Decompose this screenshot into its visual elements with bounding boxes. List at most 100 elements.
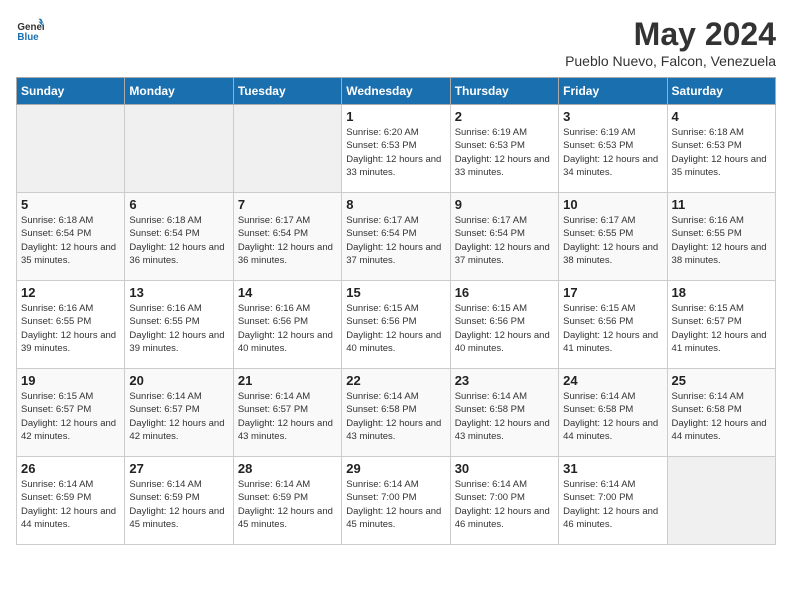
- day-number: 22: [346, 373, 445, 388]
- day-number: 6: [129, 197, 228, 212]
- calendar-cell: 9Sunrise: 6:17 AM Sunset: 6:54 PM Daylig…: [450, 193, 558, 281]
- day-info: Sunrise: 6:14 AM Sunset: 6:59 PM Dayligh…: [129, 478, 228, 531]
- calendar-cell: 23 Sunrise: 6:14 AM Sunset: 6:58 PM Dayli…: [450, 369, 558, 457]
- page-header: General Blue May 2024 Pueblo Nuevo, Falc…: [16, 16, 776, 69]
- day-info: Sunrise: 6:14 AM Sunset: 7:00 PM Dayligh…: [346, 478, 445, 531]
- calendar-cell: 20 Sunrise: 6:14 AM Sunset: 6:57 PM Dayli…: [125, 369, 233, 457]
- calendar-cell: 29 Sunrise: 6:14 AM Sunset: 7:00 PM Dayli…: [342, 457, 450, 545]
- calendar-cell: 31 Sunrise: 6:14 AM Sunset: 7:00 PM Dayli…: [559, 457, 667, 545]
- calendar-cell: 21 Sunrise: 6:14 AM Sunset: 6:57 PM Dayli…: [233, 369, 341, 457]
- calendar-cell: 3 Sunrise: 6:19 AM Sunset: 6:53 PM Daylig…: [559, 105, 667, 193]
- calendar-week-4: 19Sunrise: 6:15 AM Sunset: 6:57 PM Dayli…: [17, 369, 776, 457]
- calendar-cell: 27 Sunrise: 6:14 AM Sunset: 6:59 PM Dayli…: [125, 457, 233, 545]
- day-info: Sunrise: 6:14 AM Sunset: 6:58 PM Dayligh…: [455, 390, 554, 443]
- day-info: Sunrise: 6:16 AM Sunset: 6:56 PM Dayligh…: [238, 302, 337, 355]
- day-number: 13: [129, 285, 228, 300]
- day-number: 1: [346, 109, 445, 124]
- day-number: 29: [346, 461, 445, 476]
- calendar-cell: 10 Sunrise: 6:17 AM Sunset: 6:55 PM Dayli…: [559, 193, 667, 281]
- day-number: 20: [129, 373, 228, 388]
- day-info: Sunrise: 6:15 AM Sunset: 6:56 PM Dayligh…: [563, 302, 662, 355]
- day-info: Sunrise: 6:17 AM Sunset: 6:54 PM Dayligh…: [455, 214, 554, 267]
- day-number: 27: [129, 461, 228, 476]
- day-info: Sunrise: 6:16 AM Sunset: 6:55 PM Dayligh…: [21, 302, 120, 355]
- calendar-week-2: 5 Sunrise: 6:18 AM Sunset: 6:54 PM Daylig…: [17, 193, 776, 281]
- calendar-week-5: 26 Sunrise: 6:14 AM Sunset: 6:59 PM Dayli…: [17, 457, 776, 545]
- day-number: 2: [455, 109, 554, 124]
- day-info: Sunrise: 6:14 AM Sunset: 6:59 PM Dayligh…: [238, 478, 337, 531]
- day-info: Sunrise: 6:18 AM Sunset: 6:53 PM Dayligh…: [672, 126, 771, 179]
- calendar-cell: 24Sunrise: 6:14 AM Sunset: 6:58 PM Dayli…: [559, 369, 667, 457]
- day-number: 16: [455, 285, 554, 300]
- calendar-cell: 18 Sunrise: 6:15 AM Sunset: 6:57 PM Dayli…: [667, 281, 775, 369]
- day-info: Sunrise: 6:17 AM Sunset: 6:54 PM Dayligh…: [346, 214, 445, 267]
- calendar-cell: 7 Sunrise: 6:17 AM Sunset: 6:54 PM Daylig…: [233, 193, 341, 281]
- day-info: Sunrise: 6:15 AM Sunset: 6:57 PM Dayligh…: [672, 302, 771, 355]
- day-info: Sunrise: 6:18 AM Sunset: 6:54 PM Dayligh…: [21, 214, 120, 267]
- calendar-cell: [233, 105, 341, 193]
- day-info: Sunrise: 6:14 AM Sunset: 7:00 PM Dayligh…: [563, 478, 662, 531]
- day-info: Sunrise: 6:14 AM Sunset: 6:58 PM Dayligh…: [346, 390, 445, 443]
- day-info: Sunrise: 6:14 AM Sunset: 6:57 PM Dayligh…: [129, 390, 228, 443]
- day-info: Sunrise: 6:15 AM Sunset: 6:56 PM Dayligh…: [346, 302, 445, 355]
- day-info: Sunrise: 6:17 AM Sunset: 6:54 PM Dayligh…: [238, 214, 337, 267]
- day-number: 5: [21, 197, 120, 212]
- calendar-table: SundayMondayTuesdayWednesdayThursdayFrid…: [16, 77, 776, 545]
- calendar-cell: 17 Sunrise: 6:15 AM Sunset: 6:56 PM Dayli…: [559, 281, 667, 369]
- day-number: 18: [672, 285, 771, 300]
- calendar-cell: 2 Sunrise: 6:19 AM Sunset: 6:53 PM Daylig…: [450, 105, 558, 193]
- calendar-cell: 16 Sunrise: 6:15 AM Sunset: 6:56 PM Dayli…: [450, 281, 558, 369]
- location-text: Pueblo Nuevo, Falcon, Venezuela: [565, 53, 776, 69]
- calendar-cell: 13Sunrise: 6:16 AM Sunset: 6:55 PM Dayli…: [125, 281, 233, 369]
- calendar-cell: [667, 457, 775, 545]
- day-number: 30: [455, 461, 554, 476]
- day-info: Sunrise: 6:15 AM Sunset: 6:56 PM Dayligh…: [455, 302, 554, 355]
- day-info: Sunrise: 6:16 AM Sunset: 6:55 PM Dayligh…: [672, 214, 771, 267]
- day-info: Sunrise: 6:14 AM Sunset: 6:59 PM Dayligh…: [21, 478, 120, 531]
- day-info: Sunrise: 6:18 AM Sunset: 6:54 PM Dayligh…: [129, 214, 228, 267]
- day-number: 17: [563, 285, 662, 300]
- day-number: 15: [346, 285, 445, 300]
- day-header-saturday: Saturday: [667, 78, 775, 105]
- day-info: Sunrise: 6:14 AM Sunset: 7:00 PM Dayligh…: [455, 478, 554, 531]
- day-number: 26: [21, 461, 120, 476]
- calendar-cell: 5 Sunrise: 6:18 AM Sunset: 6:54 PM Daylig…: [17, 193, 125, 281]
- calendar-cell: 28Sunrise: 6:14 AM Sunset: 6:59 PM Dayli…: [233, 457, 341, 545]
- day-info: Sunrise: 6:17 AM Sunset: 6:55 PM Dayligh…: [563, 214, 662, 267]
- calendar-cell: 6 Sunrise: 6:18 AM Sunset: 6:54 PM Daylig…: [125, 193, 233, 281]
- day-header-wednesday: Wednesday: [342, 78, 450, 105]
- day-number: 31: [563, 461, 662, 476]
- calendar-cell: 14 Sunrise: 6:16 AM Sunset: 6:56 PM Dayli…: [233, 281, 341, 369]
- calendar-cell: 1Sunrise: 6:20 AM Sunset: 6:53 PM Daylig…: [342, 105, 450, 193]
- day-header-tuesday: Tuesday: [233, 78, 341, 105]
- calendar-cell: 15 Sunrise: 6:15 AM Sunset: 6:56 PM Dayli…: [342, 281, 450, 369]
- day-number: 12: [21, 285, 120, 300]
- day-info: Sunrise: 6:14 AM Sunset: 6:57 PM Dayligh…: [238, 390, 337, 443]
- logo: General Blue: [16, 16, 44, 44]
- day-number: 3: [563, 109, 662, 124]
- logo-icon: General Blue: [16, 16, 44, 44]
- day-number: 23: [455, 373, 554, 388]
- day-number: 14: [238, 285, 337, 300]
- calendar-week-3: 12 Sunrise: 6:16 AM Sunset: 6:55 PM Dayli…: [17, 281, 776, 369]
- day-info: Sunrise: 6:15 AM Sunset: 6:57 PM Dayligh…: [21, 390, 120, 443]
- calendar-cell: [125, 105, 233, 193]
- day-number: 4: [672, 109, 771, 124]
- day-info: Sunrise: 6:14 AM Sunset: 6:58 PM Dayligh…: [672, 390, 771, 443]
- calendar-cell: 25Sunrise: 6:14 AM Sunset: 6:58 PM Dayli…: [667, 369, 775, 457]
- day-info: Sunrise: 6:19 AM Sunset: 6:53 PM Dayligh…: [563, 126, 662, 179]
- title-block: May 2024 Pueblo Nuevo, Falcon, Venezuela: [565, 16, 776, 69]
- month-year-title: May 2024: [565, 16, 776, 53]
- calendar-cell: 26 Sunrise: 6:14 AM Sunset: 6:59 PM Dayli…: [17, 457, 125, 545]
- svg-text:Blue: Blue: [17, 32, 39, 43]
- day-info: Sunrise: 6:19 AM Sunset: 6:53 PM Dayligh…: [455, 126, 554, 179]
- day-number: 7: [238, 197, 337, 212]
- day-number: 24: [563, 373, 662, 388]
- calendar-cell: 4 Sunrise: 6:18 AM Sunset: 6:53 PM Daylig…: [667, 105, 775, 193]
- day-number: 21: [238, 373, 337, 388]
- calendar-cell: 8Sunrise: 6:17 AM Sunset: 6:54 PM Daylig…: [342, 193, 450, 281]
- calendar-cell: 12 Sunrise: 6:16 AM Sunset: 6:55 PM Dayli…: [17, 281, 125, 369]
- day-number: 10: [563, 197, 662, 212]
- calendar-cell: [17, 105, 125, 193]
- day-header-thursday: Thursday: [450, 78, 558, 105]
